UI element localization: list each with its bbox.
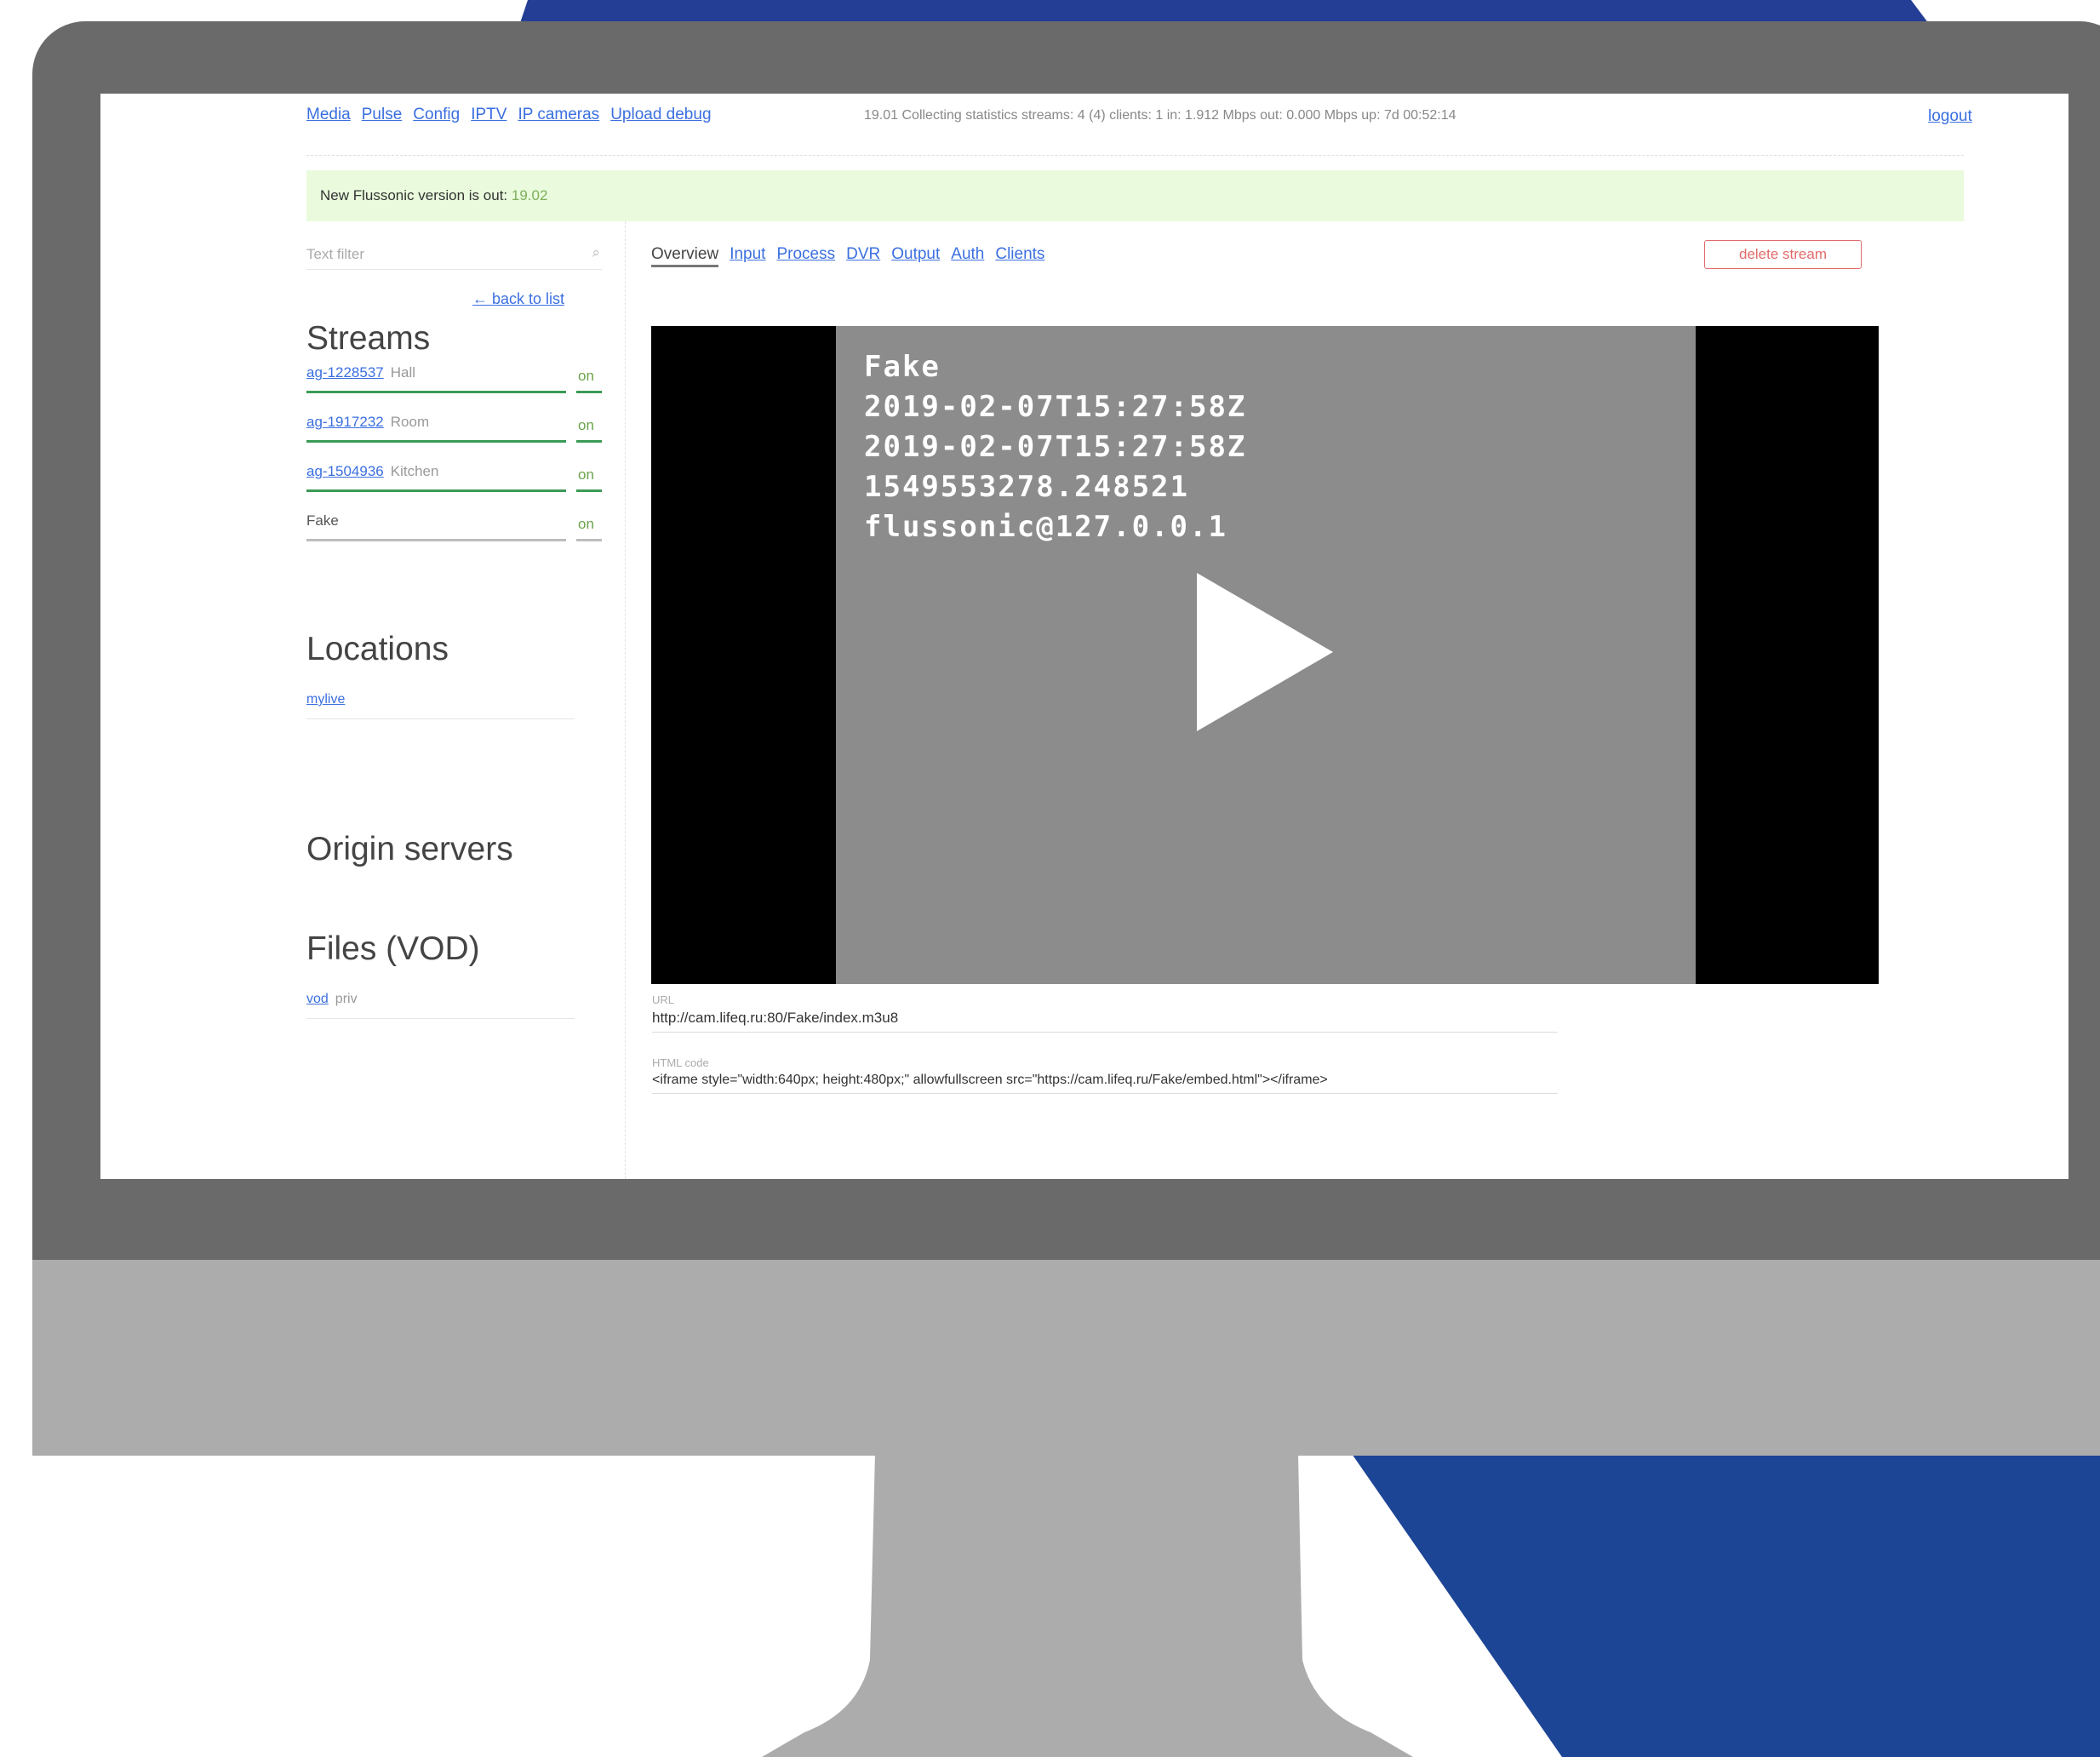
- logout-link[interactable]: logout: [1928, 107, 1972, 126]
- stream-status-bar: [306, 539, 566, 541]
- video-player[interactable]: Fake 2019-02-07T15:27:58Z 2019-02-07T15:…: [651, 326, 1879, 984]
- location-divider: [306, 718, 575, 719]
- video-frame: Fake 2019-02-07T15:27:58Z 2019-02-07T15:…: [836, 326, 1696, 984]
- search-icon: ⌕: [592, 244, 600, 260]
- stream-state-underline: [576, 539, 602, 541]
- html-code-field[interactable]: <iframe style="width:640px; height:480px…: [652, 1073, 1558, 1094]
- stream-item[interactable]: ag-1917232 Room on: [306, 414, 602, 443]
- tab-process[interactable]: Process: [776, 245, 835, 267]
- stream-state-toggle[interactable]: on: [578, 516, 594, 533]
- tab-dvr[interactable]: DVR: [846, 245, 880, 267]
- nav-iptv[interactable]: IPTV: [471, 106, 506, 124]
- stream-id[interactable]: ag-1228537: [306, 364, 384, 381]
- url-field[interactable]: http://cam.lifeq.ru:80/Fake/index.m3u8: [652, 1010, 1558, 1033]
- top-divider: [306, 155, 1964, 156]
- stream-item[interactable]: Fake on: [306, 512, 602, 541]
- stream-state-underline: [576, 489, 602, 492]
- stream-tabs: Overview Input Process DVR Output Auth C…: [651, 245, 1044, 267]
- stream-status-bar: [306, 391, 566, 393]
- url-label: URL: [652, 993, 675, 1006]
- vod-desc: priv: [335, 992, 358, 1006]
- overlay-line: 2019-02-07T15:27:58Z: [864, 390, 1247, 424]
- vod-item[interactable]: vod priv: [306, 992, 602, 1021]
- stream-id[interactable]: ag-1504936: [306, 463, 384, 479]
- delete-stream-button[interactable]: delete stream: [1704, 240, 1862, 269]
- screen: Media Pulse Config IPTV IP cameras Uploa…: [100, 94, 2069, 1179]
- overlay-line: 1549553278.248521: [864, 470, 1189, 504]
- stream-id[interactable]: Fake: [306, 512, 339, 529]
- tab-clients[interactable]: Clients: [995, 245, 1044, 267]
- vod-name[interactable]: vod: [306, 992, 329, 1006]
- location-item[interactable]: mylive: [306, 692, 602, 721]
- sidebar-divider: [625, 221, 626, 1179]
- locations-heading: Locations: [306, 631, 449, 667]
- stream-item[interactable]: ag-1504936 Kitchen on: [306, 463, 602, 492]
- top-nav: Media Pulse Config IPTV IP cameras Uploa…: [306, 106, 712, 124]
- text-filter-placeholder: Text filter: [306, 246, 365, 262]
- stream-state-toggle[interactable]: on: [578, 417, 594, 434]
- server-status: 19.01 Collecting statistics streams: 4 (…: [864, 108, 1456, 123]
- stream-state-underline: [576, 391, 602, 393]
- overlay-line: 2019-02-07T15:27:58Z: [864, 430, 1247, 464]
- nav-media[interactable]: Media: [306, 106, 351, 124]
- stream-name: Kitchen: [390, 463, 439, 479]
- nav-config[interactable]: Config: [413, 106, 460, 124]
- stream-name: Hall: [390, 364, 416, 381]
- nav-pulse[interactable]: Pulse: [362, 106, 403, 124]
- vod-divider: [306, 1018, 575, 1019]
- stream-state-toggle[interactable]: on: [578, 466, 594, 484]
- tab-auth[interactable]: Auth: [951, 245, 984, 267]
- stream-state-underline: [576, 440, 602, 443]
- stream-id[interactable]: ag-1917232: [306, 414, 384, 430]
- streams-heading: Streams: [306, 320, 431, 357]
- tab-overview[interactable]: Overview: [651, 245, 719, 267]
- stream-status-bar: [306, 440, 566, 443]
- files-vod-heading: Files (VOD): [306, 930, 480, 967]
- back-to-list-link[interactable]: ← back to list: [472, 290, 564, 308]
- video-overlay-text: Fake 2019-02-07T15:27:58Z 2019-02-07T15:…: [864, 347, 1246, 547]
- stream-name: Room: [390, 414, 430, 430]
- origin-servers-heading: Origin servers: [306, 831, 513, 867]
- stream-state-toggle[interactable]: on: [578, 368, 594, 385]
- play-icon[interactable]: [1197, 573, 1333, 731]
- stream-status-bar: [306, 489, 566, 492]
- location-name[interactable]: mylive: [306, 692, 345, 707]
- nav-upload-debug[interactable]: Upload debug: [610, 106, 711, 124]
- banner-text: New Flussonic version is out:: [320, 187, 512, 203]
- tab-input[interactable]: Input: [730, 245, 765, 267]
- overlay-line: Fake: [864, 350, 941, 384]
- html-code-label: HTML code: [652, 1056, 709, 1069]
- text-filter-input[interactable]: Text filter ⌕: [306, 243, 602, 270]
- overlay-line: flussonic@127.0.0.1: [864, 510, 1227, 544]
- stream-item[interactable]: ag-1228537 Hall on: [306, 364, 602, 393]
- update-banner: New Flussonic version is out: 19.02: [306, 170, 1964, 221]
- banner-version: 19.02: [511, 187, 548, 203]
- tab-output[interactable]: Output: [891, 245, 940, 267]
- nav-ip-cameras[interactable]: IP cameras: [518, 106, 599, 124]
